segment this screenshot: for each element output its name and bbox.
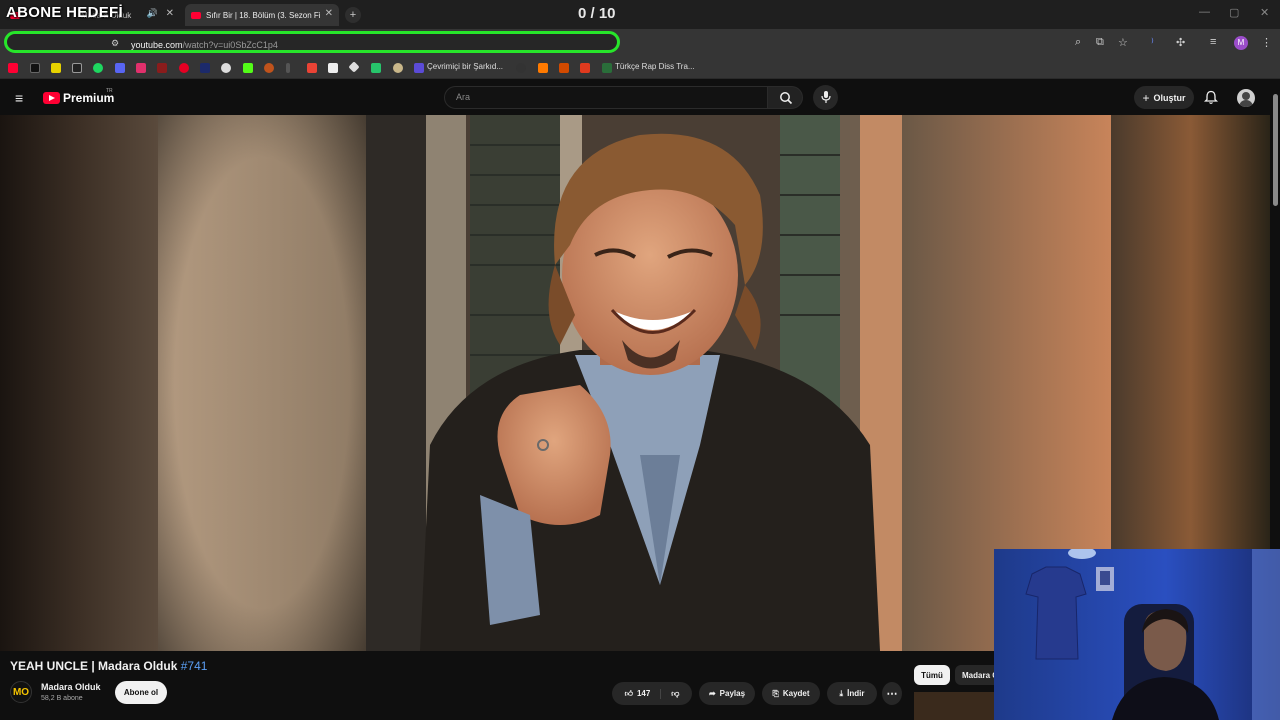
minimize-icon[interactable]: — [1199, 6, 1210, 18]
reading-list-icon[interactable]: ≡ [1210, 36, 1216, 48]
site-bookmark-icon[interactable] [580, 63, 590, 73]
hashtag-link[interactable]: #741 [181, 659, 208, 673]
close-tab-icon[interactable]: ✕ [321, 8, 333, 19]
search-input[interactable]: Ara [444, 86, 768, 109]
youtube-header: ≡ Premium TR Ara + Oluştur [0, 80, 1280, 115]
stream-overlay-counter: 0 / 10 [578, 5, 616, 22]
play-triangle-icon [49, 95, 55, 101]
new-tab-button[interactable]: + [345, 7, 361, 23]
share-arrow-icon: ➦ [708, 689, 716, 698]
youtube-favicon-icon [191, 11, 201, 19]
download-icon: ⤓ [839, 688, 844, 698]
bookmark-star-icon[interactable]: ☆ [1118, 36, 1128, 49]
window-close-icon[interactable]: ✕ [1260, 6, 1269, 19]
subscribe-button[interactable]: Abone ol [115, 681, 167, 704]
create-button[interactable]: + Oluştur [1134, 86, 1194, 109]
gmail-bookmark-icon[interactable] [307, 63, 317, 73]
account-avatar[interactable] [1237, 89, 1255, 107]
site-bookmark-icon[interactable] [414, 63, 424, 73]
cast-icon[interactable]: ⧉ [1096, 36, 1104, 49]
bookmarks-bar: Çevrimiçi bir Şarkıd... Türkçe Rap Diss … [0, 57, 1280, 79]
s-bookmark-icon[interactable] [51, 63, 61, 73]
like-count: 147 [636, 689, 651, 698]
tab-label: Sıfır Bir | 18. Bölüm (3. Sezon Fi [206, 10, 321, 20]
spotify-bookmark-icon[interactable] [93, 63, 103, 73]
scrollbar-thumb[interactable] [1273, 94, 1278, 206]
site-info-icon[interactable]: ⚙ [111, 38, 119, 49]
site-bookmark-icon[interactable] [286, 63, 290, 73]
thumbs-up-icon: 👍︎ [624, 688, 633, 698]
recommended-thumbnail[interactable] [914, 692, 994, 720]
channel-name[interactable]: Madara Olduk [41, 682, 101, 692]
site-bookmark-icon[interactable] [371, 63, 381, 73]
extensions-puzzle-icon[interactable]: ✣ [1176, 36, 1185, 49]
discord-bookmark-icon[interactable] [115, 63, 125, 73]
red-bookmark-icon[interactable] [157, 63, 167, 73]
site-bookmark-icon[interactable] [516, 63, 526, 73]
save-label: Kaydet [782, 689, 810, 698]
save-bookmark-icon: ⎘ [772, 688, 779, 698]
x-bookmark-icon[interactable] [72, 63, 82, 73]
channel-avatar[interactable]: MO [10, 681, 32, 703]
region-code: TR [106, 88, 113, 94]
site-bookmark-icon[interactable] [538, 63, 548, 73]
filter-chip-all[interactable]: Tümü [914, 665, 950, 685]
zoom-icon[interactable]: ⌕ [1075, 36, 1081, 49]
voice-search-button[interactable] [813, 85, 838, 110]
site-bookmark-icon[interactable] [559, 63, 569, 73]
site-bookmark-icon[interactable] [602, 63, 612, 73]
browser-tab-2[interactable]: Sıfır Bir | 18. Bölüm (3. Sezon Fi ✕ [185, 4, 339, 26]
subscriber-count: 58,2 B abone [41, 695, 83, 702]
search-placeholder: Ara [456, 92, 471, 102]
streamer-webcam [994, 549, 1280, 720]
notifications-bell-icon[interactable] [1204, 90, 1218, 105]
like-dislike-group: 👍︎ 147 👎︎ [612, 682, 692, 705]
url-text: youtube.com/watch?v=ui0SbZcC1p4 [131, 40, 278, 50]
webcam-frame [994, 549, 1280, 720]
create-label: Oluştur [1153, 92, 1186, 103]
url-host: youtube.com [131, 40, 183, 50]
close-tab-icon[interactable]: ✕ [166, 8, 174, 19]
browser-toolbar: ← → ↻ ⌂ ⚙ youtube.com/watch?v=ui0SbZcC1p… [0, 29, 1280, 57]
save-button[interactable]: ⎘ Kaydet [762, 682, 820, 705]
profile-avatar[interactable]: M [1234, 36, 1248, 50]
extension-icon[interactable]: ⁾ [1151, 36, 1154, 49]
address-bar[interactable]: ⚙ youtube.com/watch?v=ui0SbZcC1p4 [4, 31, 620, 53]
microphone-icon [821, 91, 831, 103]
pinterest-bookmark-icon[interactable] [179, 63, 189, 73]
site-bookmark-icon[interactable] [221, 63, 231, 73]
bookmark-label[interactable]: Çevrimiçi bir Şarkıd... [427, 62, 503, 71]
video-title-text: YEAH UNCLE | Madara Olduk [10, 659, 181, 673]
site-bookmark-icon[interactable] [393, 63, 403, 73]
site-bookmark-icon[interactable] [348, 61, 360, 73]
like-button[interactable]: 👍︎ 147 [624, 688, 662, 699]
youtube-bookmark-icon[interactable] [8, 63, 18, 73]
instagram-bookmark-icon[interactable] [136, 63, 146, 73]
kick-bookmark-icon[interactable] [243, 63, 253, 73]
site-bookmark-icon[interactable] [264, 63, 274, 73]
plus-icon: + [1142, 90, 1150, 105]
tiktok-bookmark-icon[interactable] [30, 63, 40, 73]
download-label: İndir [847, 689, 865, 698]
browser-tabstrip: Madara Olduk 🔊 ✕ Sıfır Bir | 18. Bölüm (… [0, 0, 1280, 29]
maximize-icon[interactable]: ▢ [1229, 6, 1239, 19]
download-button[interactable]: ⤓ İndir [827, 682, 877, 705]
chrome-menu-icon[interactable]: ⋮ [1261, 36, 1272, 49]
search-button[interactable] [767, 86, 803, 109]
more-actions-button[interactable]: ⋯ [882, 682, 902, 705]
share-button[interactable]: ➦ Paylaş [699, 682, 755, 705]
bookmark-label[interactable]: Türkçe Rap Diss Tra... [615, 62, 695, 71]
more-horizontal-icon: ⋯ [886, 688, 898, 700]
share-label: Paylaş [719, 689, 746, 698]
stream-overlay-title: ABONE HEDEFİ [6, 4, 123, 21]
speaker-icon[interactable]: 🔊 [147, 8, 158, 19]
search-icon [780, 92, 793, 105]
hamburger-menu-icon[interactable]: ≡ [15, 90, 23, 106]
thumbs-down-icon[interactable]: 👎︎ [665, 689, 679, 699]
site-bookmark-icon[interactable] [328, 63, 338, 73]
video-title: YEAH UNCLE | Madara Olduk #741 [10, 659, 207, 673]
site-bookmark-icon[interactable] [200, 63, 210, 73]
url-path: /watch?v=ui0SbZcC1p4 [182, 40, 278, 50]
